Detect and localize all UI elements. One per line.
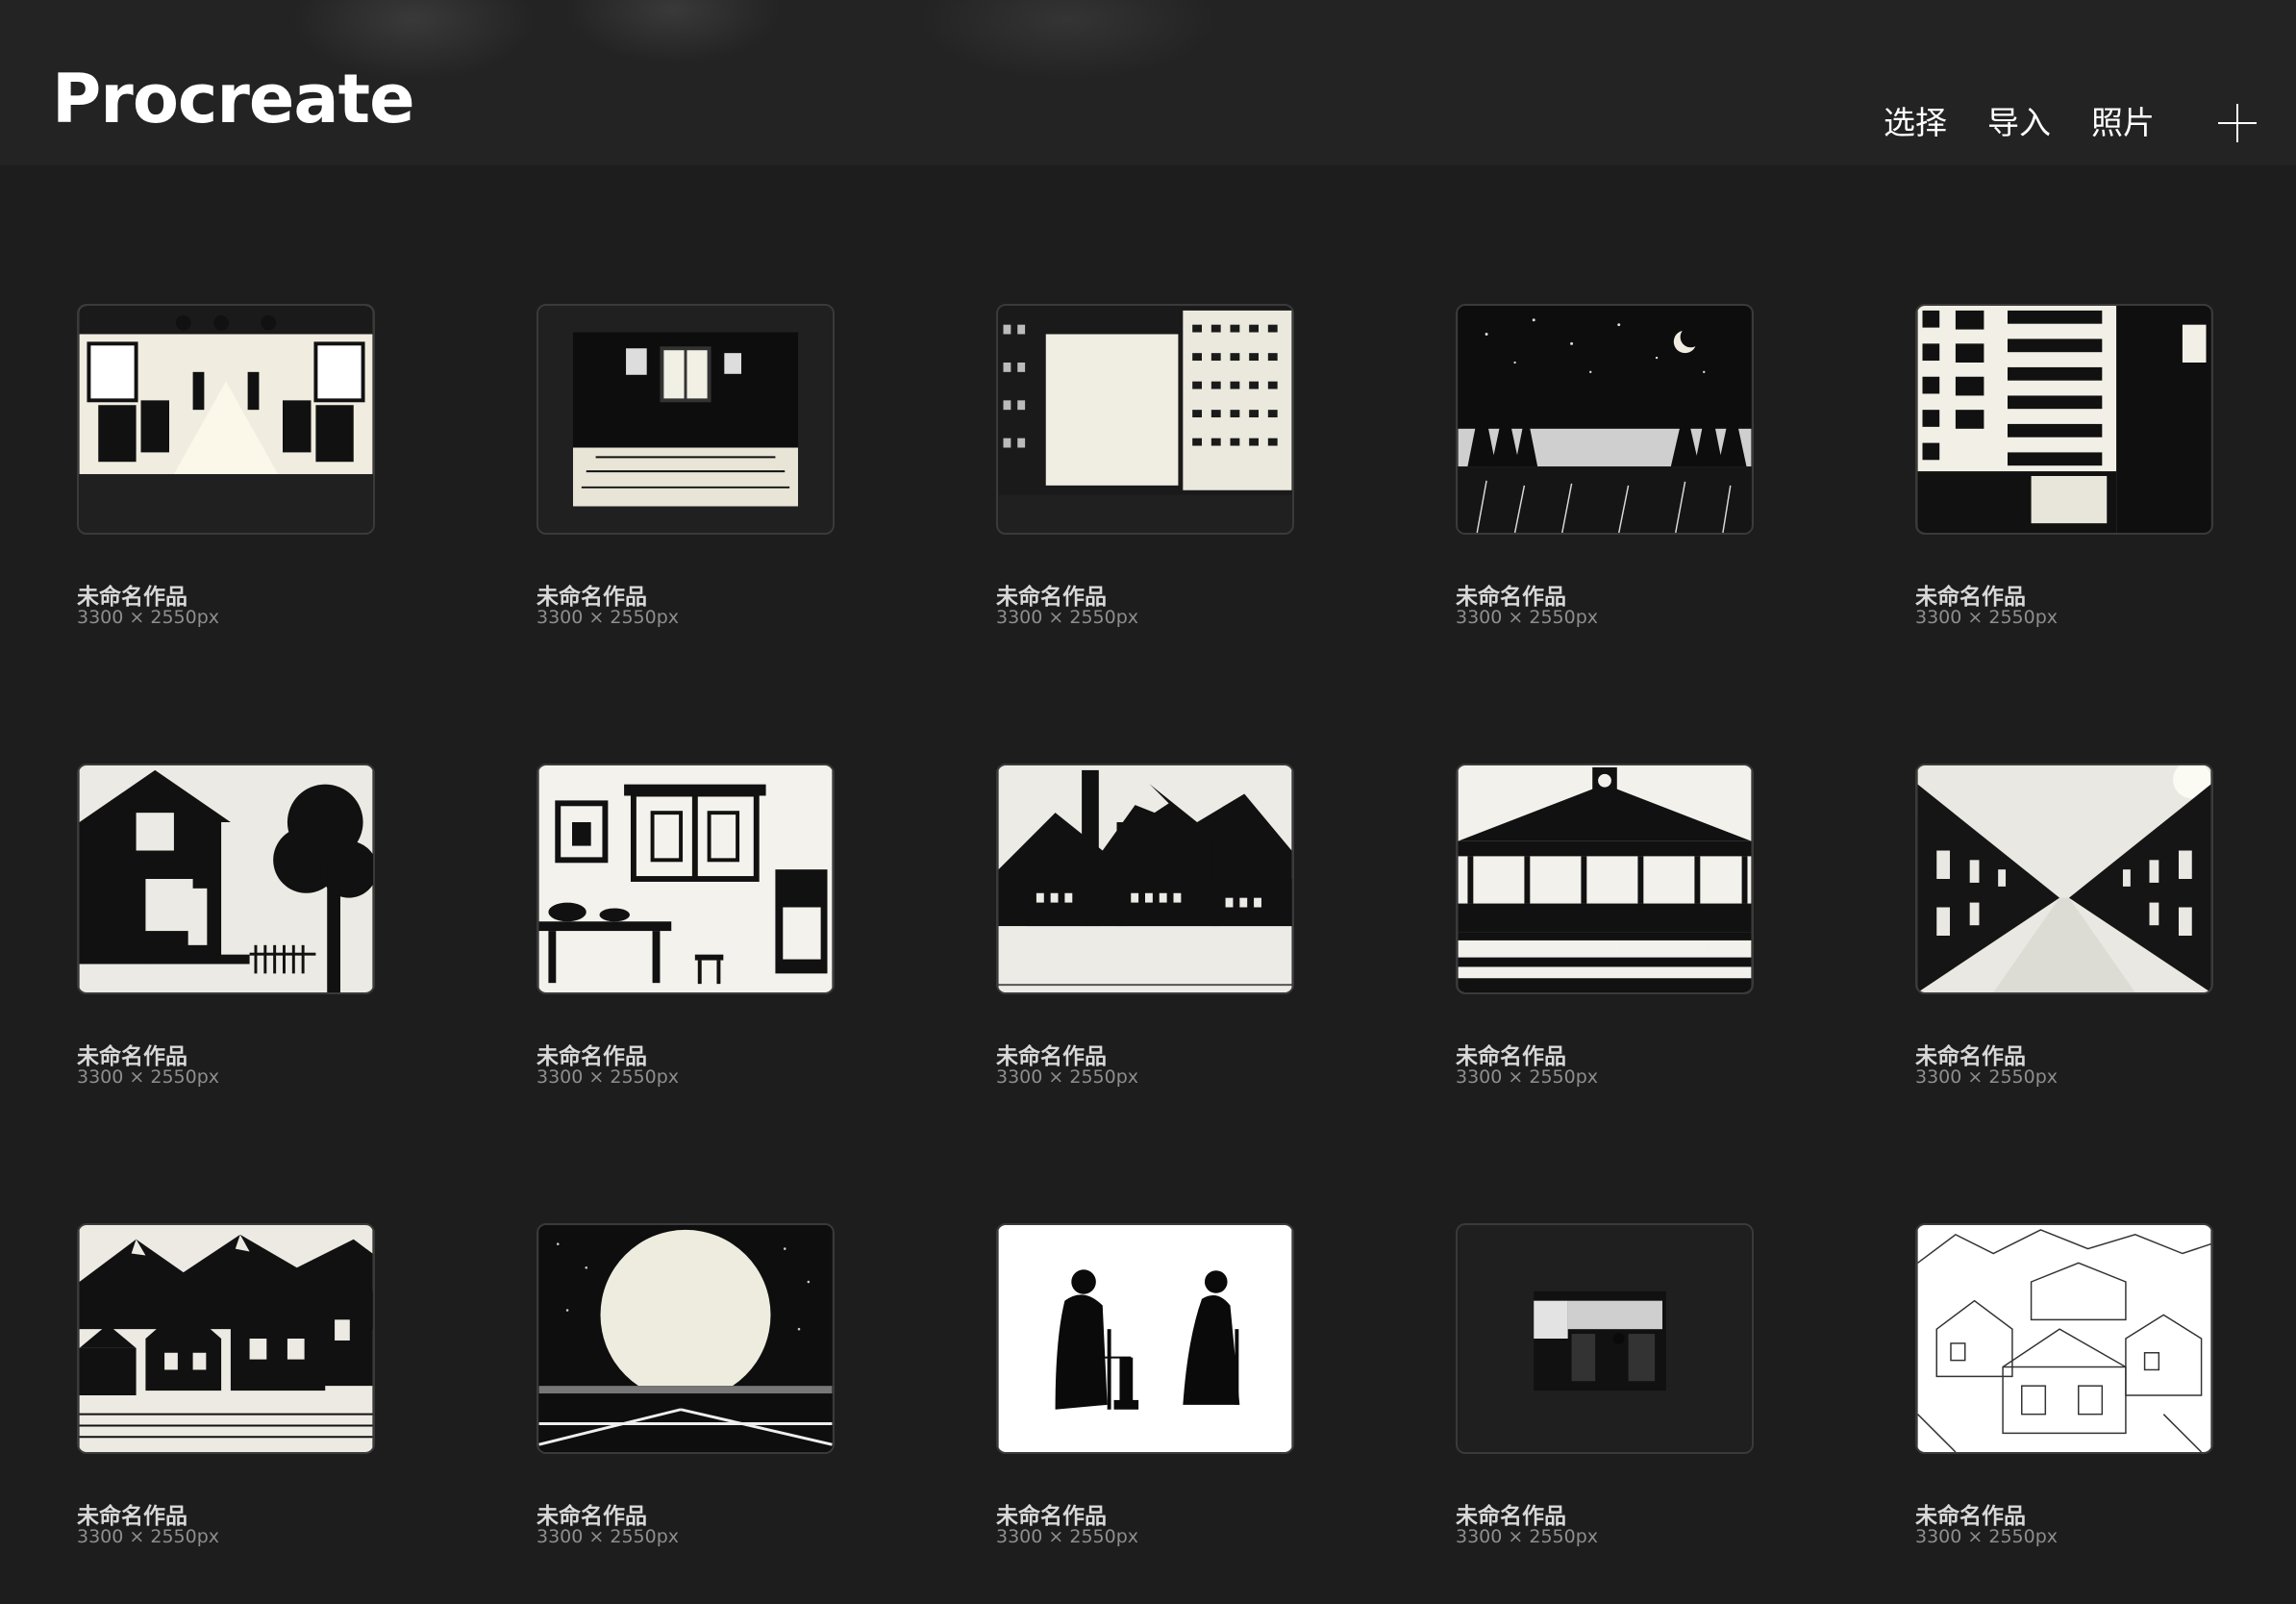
artwork-thumbnail[interactable]: [1915, 764, 2213, 994]
artwork-size: 3300 × 2550px: [996, 607, 1139, 628]
artwork-size: 3300 × 2550px: [77, 1526, 220, 1547]
artwork-title: 未命名作品: [996, 1504, 1107, 1529]
row-houses-thumbnail: [79, 1225, 373, 1452]
top-bar: Procreate 选择 导入: [0, 0, 2296, 165]
artwork-thumbnail[interactable]: [1456, 764, 1754, 994]
train-window-thumbnail: [1458, 1225, 1752, 1452]
plus-icon[interactable]: [2218, 104, 2257, 142]
artwork-thumbnail[interactable]: [1915, 304, 2213, 535]
artwork-title: 未命名作品: [537, 1504, 647, 1529]
house-tree-thumbnail: [79, 765, 373, 992]
artwork-title: 未命名作品: [996, 1044, 1107, 1069]
terraced-street-thumbnail: [1917, 765, 2211, 992]
artwork-card[interactable]: 未命名作品 3300 × 2550px: [996, 304, 1294, 650]
artwork-thumbnail[interactable]: [77, 304, 375, 535]
artwork-title: 未命名作品: [537, 1044, 647, 1069]
app-title: Procreate: [52, 60, 415, 138]
artwork-card[interactable]: 未命名作品 3300 × 2550px: [1915, 764, 2213, 1110]
artwork-title: 未命名作品: [1915, 1044, 2026, 1069]
artwork-size: 3300 × 2550px: [77, 607, 220, 628]
artwork-card[interactable]: 未命名作品 3300 × 2550px: [1915, 1223, 2213, 1569]
artwork-title: 未命名作品: [77, 1504, 187, 1529]
artwork-title: 未命名作品: [1915, 585, 2026, 610]
artwork-title: 未命名作品: [1456, 1504, 1566, 1529]
artwork-size: 3300 × 2550px: [1915, 1066, 2059, 1088]
artwork-size: 3300 × 2550px: [1456, 1526, 1599, 1547]
artwork-size: 3300 × 2550px: [1915, 607, 2059, 628]
photos-button[interactable]: 照片: [2091, 100, 2155, 146]
select-button-visible[interactable]: 选择: [1884, 100, 1947, 146]
artwork-thumbnail[interactable]: [77, 1223, 375, 1454]
train-station-thumbnail: [1458, 765, 1752, 992]
artwork-title: 未命名作品: [1456, 585, 1566, 610]
artwork-size: 3300 × 2550px: [77, 1066, 220, 1088]
full-moon-thumbnail: [538, 1225, 833, 1452]
artwork-thumbnail[interactable]: [1456, 304, 1754, 535]
artwork-thumbnail[interactable]: [77, 764, 375, 994]
artwork-title: 未命名作品: [537, 585, 647, 610]
artwork-thumbnail[interactable]: [537, 1223, 835, 1454]
artwork-card[interactable]: 未命名作品 3300 × 2550px: [1456, 1223, 1754, 1569]
import-button-visible[interactable]: 导入: [1987, 100, 2051, 146]
artwork-thumbnail[interactable]: [537, 764, 835, 994]
room-interior-thumbnail: [538, 306, 833, 533]
artwork-title: 未命名作品: [1456, 1044, 1566, 1069]
artwork-thumbnail[interactable]: [537, 304, 835, 535]
artwork-size: 3300 × 2550px: [996, 1526, 1139, 1547]
artwork-thumbnail[interactable]: [996, 1223, 1294, 1454]
artwork-title: 未命名作品: [996, 585, 1107, 610]
traditional-interior-thumbnail: [538, 765, 833, 992]
artwork-title: 未命名作品: [77, 585, 187, 610]
artwork-card[interactable]: 未命名作品 3300 × 2550px: [996, 764, 1294, 1110]
artwork-card[interactable]: 未命名作品 3300 × 2550px: [77, 304, 375, 650]
artwork-size: 3300 × 2550px: [1456, 607, 1599, 628]
artwork-card[interactable]: 未命名作品 3300 × 2550px: [77, 1223, 375, 1569]
artwork-card[interactable]: 未命名作品 3300 × 2550px: [1456, 304, 1754, 650]
artwork-title: 未命名作品: [1915, 1504, 2026, 1529]
night-forest-thumbnail: [1458, 306, 1752, 533]
artwork-size: 3300 × 2550px: [537, 607, 680, 628]
artwork-size: 3300 × 2550px: [1915, 1526, 2059, 1547]
train-carriage-thumbnail: [79, 306, 373, 533]
artwork-size: 3300 × 2550px: [537, 1526, 680, 1547]
artwork-thumbnail[interactable]: [996, 304, 1294, 535]
artwork-thumbnail[interactable]: [1456, 1223, 1754, 1454]
elderly-couple-thumbnail: [998, 1225, 1292, 1452]
buildings-billboard-thumbnail: [998, 306, 1292, 533]
artwork-thumbnail[interactable]: [1915, 1223, 2213, 1454]
artwork-card[interactable]: 未命名作品 3300 × 2550px: [1456, 764, 1754, 1110]
artwork-size: 3300 × 2550px: [996, 1066, 1139, 1088]
artwork-card[interactable]: 未命名作品 3300 × 2550px: [537, 764, 835, 1110]
artwork-size: 3300 × 2550px: [1456, 1066, 1599, 1088]
artwork-card[interactable]: 未命名作品 3300 × 2550px: [77, 764, 375, 1110]
artwork-thumbnail[interactable]: [996, 764, 1294, 994]
artwork-title: 未命名作品: [77, 1044, 187, 1069]
artwork-card[interactable]: 未命名作品 3300 × 2550px: [537, 304, 835, 650]
apartment-block-thumbnail: [1917, 306, 2211, 533]
village-sketch-thumbnail: [1917, 1225, 2211, 1452]
artwork-card[interactable]: 未命名作品 3300 × 2550px: [1915, 304, 2213, 650]
artwork-size: 3300 × 2550px: [537, 1066, 680, 1088]
factory-mountains-thumbnail: [998, 765, 1292, 992]
artwork-card[interactable]: 未命名作品 3300 × 2550px: [537, 1223, 835, 1569]
artwork-card[interactable]: 未命名作品 3300 × 2550px: [996, 1223, 1294, 1569]
